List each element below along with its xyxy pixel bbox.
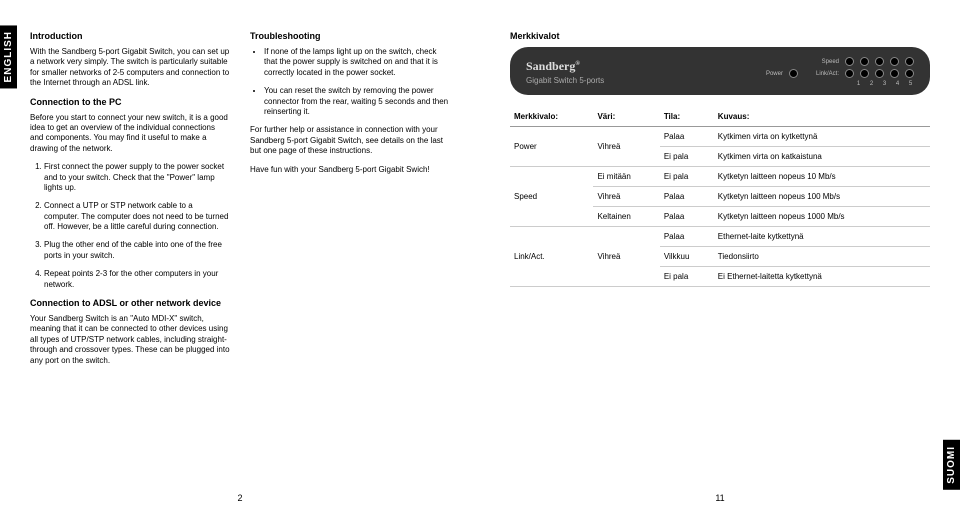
cell: Kytketyn laitteen nopeus 10 Mb/s bbox=[714, 167, 930, 187]
cell: Vihreä bbox=[593, 187, 659, 207]
troubleshoot-2: You can reset the switch by removing the… bbox=[264, 86, 450, 117]
cell: Ethernet-laite kytkettynä bbox=[714, 227, 930, 247]
introduction-heading: Introduction bbox=[30, 31, 230, 41]
step-1: First connect the power supply to the po… bbox=[44, 162, 230, 193]
linkact-led-4 bbox=[890, 69, 899, 78]
table-header-row: Merkkivalo: Väri: Tila: Kuvaus: bbox=[510, 107, 930, 127]
cell-linkact: Link/Act. bbox=[510, 227, 593, 287]
cell: Palaa bbox=[660, 207, 714, 227]
connection-pc-text: Before you start to connect your new swi… bbox=[30, 113, 230, 155]
cell: Ei Ethernet-laitetta kytkettynä bbox=[714, 267, 930, 287]
cell-power-color: Vihreä bbox=[593, 127, 659, 167]
linkact-led-label: Link/Act: bbox=[816, 71, 839, 77]
port-num-2: 2 bbox=[868, 81, 875, 87]
connection-pc-heading: Connection to the PC bbox=[30, 97, 230, 107]
linkact-led-5 bbox=[905, 69, 914, 78]
hdr-tila: Tila: bbox=[660, 107, 714, 127]
cell: Vilkkuu bbox=[660, 247, 714, 267]
table-row: Link/Act. Vihreä Palaa Ethernet-laite ky… bbox=[510, 227, 930, 247]
linkact-led-2 bbox=[860, 69, 869, 78]
device-leds: Speed Power Link/Act: bbox=[759, 57, 914, 87]
further-help-text: For further help or assistance in connec… bbox=[250, 125, 450, 156]
page-number-left: 2 bbox=[237, 493, 242, 503]
power-led bbox=[789, 69, 798, 78]
port-num-5: 5 bbox=[907, 81, 914, 87]
cell: Ei pala bbox=[660, 167, 714, 187]
have-fun-text: Have fun with your Sandberg 5-port Gigab… bbox=[250, 165, 450, 175]
step-4: Repeat points 2-3 for the other computer… bbox=[44, 269, 230, 290]
speed-led-1 bbox=[845, 57, 854, 66]
connection-steps-list: First connect the power supply to the po… bbox=[30, 162, 230, 290]
speed-led-3 bbox=[875, 57, 884, 66]
linkact-led-1 bbox=[845, 69, 854, 78]
cell: Keltainen bbox=[593, 207, 659, 227]
port-num-3: 3 bbox=[881, 81, 888, 87]
speed-led-2 bbox=[860, 57, 869, 66]
speed-led-4 bbox=[890, 57, 899, 66]
speed-led-5 bbox=[905, 57, 914, 66]
english-side-tab: ENGLISH bbox=[0, 25, 17, 88]
merkkivalot-heading: Merkkivalot bbox=[510, 31, 930, 41]
hdr-vari: Väri: bbox=[593, 107, 659, 127]
cell: Kytkimen virta on kytkettynä bbox=[714, 127, 930, 147]
power-led-label: Power bbox=[766, 71, 783, 77]
suomi-side-tab: SUOMI bbox=[943, 440, 960, 490]
cell: Ei pala bbox=[660, 147, 714, 167]
cell-speed: Speed bbox=[510, 167, 593, 227]
linkact-led-3 bbox=[875, 69, 884, 78]
device-model: Gigabit Switch 5-ports bbox=[526, 76, 604, 85]
port-num-4: 4 bbox=[894, 81, 901, 87]
cell: Kytketyn laitteen nopeus 1000 Mb/s bbox=[714, 207, 930, 227]
cell: Palaa bbox=[660, 127, 714, 147]
hdr-kuvaus: Kuvaus: bbox=[714, 107, 930, 127]
page-number-right: 11 bbox=[715, 493, 724, 503]
speed-led-label: Speed bbox=[822, 59, 839, 65]
cell: Palaa bbox=[660, 187, 714, 207]
hdr-merkkivalo: Merkkivalo: bbox=[510, 107, 593, 127]
step-2: Connect a UTP or STP network cable to a … bbox=[44, 201, 230, 232]
cell: Ei pala bbox=[660, 267, 714, 287]
cell: Kytkimen virta on katkaistuna bbox=[714, 147, 930, 167]
connection-adsl-heading: Connection to ADSL or other network devi… bbox=[30, 298, 230, 308]
intro-column: Introduction With the Sandberg 5-port Gi… bbox=[30, 25, 230, 374]
troubleshooting-list: If none of the lamps light up on the swi… bbox=[250, 47, 450, 117]
step-3: Plug the other end of the cable into one… bbox=[44, 240, 230, 261]
led-spec-table: Merkkivalo: Väri: Tila: Kuvaus: Power Vi… bbox=[510, 107, 930, 287]
table-row: Power Vihreä Palaa Kytkimen virta on kyt… bbox=[510, 127, 930, 147]
intro-text: With the Sandberg 5-port Gigabit Switch,… bbox=[30, 47, 230, 89]
troubleshooting-heading: Troubleshooting bbox=[250, 31, 450, 41]
troubleshooting-column: Troubleshooting If none of the lamps lig… bbox=[250, 25, 450, 374]
device-brand: Sandberg® bbox=[526, 59, 604, 74]
cell: Tiedonsiirto bbox=[714, 247, 930, 267]
cell-linkact-color: Vihreä bbox=[593, 227, 659, 287]
connection-adsl-text: Your Sandberg Switch is an "Auto MDI-X" … bbox=[30, 314, 230, 366]
table-row: Speed Ei mitään Ei pala Kytketyn laittee… bbox=[510, 167, 930, 187]
cell: Palaa bbox=[660, 227, 714, 247]
registered-icon: ® bbox=[575, 61, 579, 67]
cell-power: Power bbox=[510, 127, 593, 167]
cell: Ei mitään bbox=[593, 167, 659, 187]
cell: Kytketyn laitteen nopeus 100 Mb/s bbox=[714, 187, 930, 207]
brand-text: Sandberg bbox=[526, 59, 575, 73]
troubleshoot-1: If none of the lamps light up on the swi… bbox=[264, 47, 450, 78]
device-illustration: Sandberg® Gigabit Switch 5-ports Speed bbox=[510, 47, 930, 95]
port-num-1: 1 bbox=[855, 81, 862, 87]
